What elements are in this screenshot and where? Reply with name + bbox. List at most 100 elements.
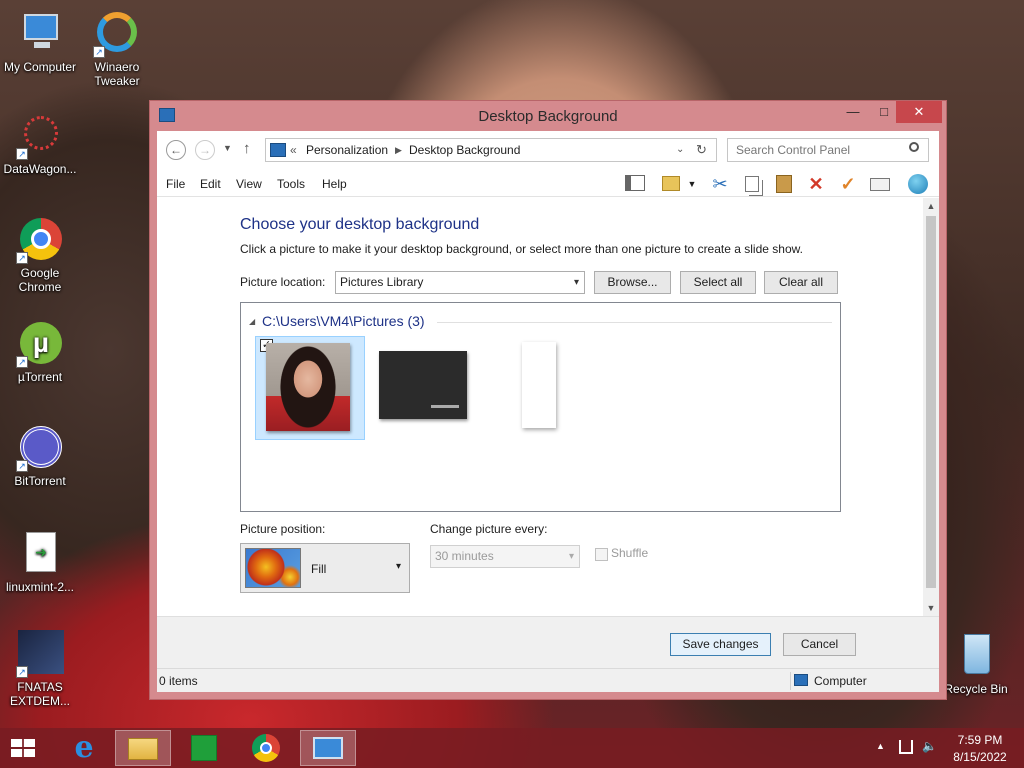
breadcrumb-desktop-background[interactable]: Desktop Background bbox=[409, 139, 520, 161]
window-title: Desktop Background bbox=[478, 108, 618, 125]
save-changes-button[interactable]: Save changes bbox=[670, 633, 771, 656]
desktop-icon-label: DataWagon... bbox=[3, 162, 77, 176]
refresh-icon[interactable]: ↻ bbox=[696, 139, 707, 161]
menu-edit[interactable]: Edit bbox=[200, 177, 221, 191]
desktop-icon-label: BitTorrent bbox=[14, 474, 66, 488]
game-icon: ↗ bbox=[16, 630, 64, 678]
forward-button[interactable]: → bbox=[195, 140, 215, 160]
dropdown-chevron-icon[interactable]: ▼ bbox=[685, 173, 699, 195]
checkmark-icon[interactable]: ✓ bbox=[836, 173, 860, 195]
address-bar[interactable]: « Personalization ▶ Desktop Background ⌄… bbox=[265, 138, 717, 162]
start-button[interactable] bbox=[8, 736, 38, 760]
cancel-button[interactable]: Cancel bbox=[783, 633, 856, 656]
chevron-down-icon: ▾ bbox=[573, 277, 579, 288]
menu-tools[interactable]: Tools bbox=[277, 177, 305, 191]
menu-file[interactable]: File bbox=[166, 177, 185, 191]
taskbar-store[interactable] bbox=[176, 730, 232, 766]
desktop-icon-label: Winaero Tweaker bbox=[94, 60, 140, 88]
desktop-icon-winaero-tweaker[interactable]: ↗ Winaero Tweaker bbox=[77, 10, 157, 88]
address-dropdown-icon[interactable]: ⌄ bbox=[676, 139, 684, 161]
chevron-down-icon: ▾ bbox=[568, 551, 574, 562]
control-panel-icon bbox=[270, 143, 286, 157]
desktop-icon-label: Recycle Bin bbox=[944, 682, 1008, 696]
scroll-up-icon[interactable]: ▲ bbox=[923, 201, 939, 211]
back-button[interactable]: ← bbox=[166, 140, 186, 160]
show-hidden-icons-icon[interactable]: ▲ bbox=[876, 741, 885, 751]
delete-icon[interactable]: ✕ bbox=[804, 173, 828, 195]
desktop-icon-linuxmint[interactable]: ➜ linuxmint-2... bbox=[0, 530, 80, 594]
window-client: ← → ▼ ↑ « Personalization ▶ Desktop Back… bbox=[157, 131, 939, 692]
paste-icon[interactable] bbox=[772, 173, 796, 195]
control-panel-icon bbox=[313, 737, 343, 759]
desktop-icon-my-computer[interactable]: My Computer bbox=[0, 10, 80, 74]
picture-thumbnail-3[interactable] bbox=[483, 336, 593, 440]
computer-icon bbox=[16, 10, 64, 58]
scroll-down-icon[interactable]: ▼ bbox=[923, 603, 939, 613]
picture-position-select[interactable]: Fill ▾ bbox=[240, 543, 410, 593]
change-picture-value: 30 minutes bbox=[435, 549, 494, 563]
file-icon: ➜ bbox=[16, 530, 64, 578]
folder-options-icon[interactable] bbox=[659, 173, 683, 195]
cut-icon[interactable]: ✂ bbox=[708, 173, 732, 195]
taskbar-control-panel[interactable] bbox=[300, 730, 356, 766]
network-icon[interactable] bbox=[899, 740, 913, 754]
taskbar-internet-explorer[interactable]: e bbox=[56, 730, 112, 766]
white-image bbox=[522, 342, 556, 428]
copy-icon[interactable] bbox=[740, 173, 764, 195]
search-input[interactable]: Search Control Panel bbox=[727, 138, 929, 162]
globe-icon[interactable] bbox=[906, 173, 930, 195]
shortcut-arrow-icon: ↗ bbox=[93, 46, 105, 58]
status-divider bbox=[790, 672, 791, 690]
shuffle-checkbox bbox=[595, 548, 608, 561]
vertical-scrollbar[interactable]: ▲ ▼ bbox=[923, 198, 939, 616]
layout-icon[interactable] bbox=[623, 173, 647, 195]
taskbar: e ▲ 🔈 7:59 PM 8/15/2022 bbox=[0, 728, 1024, 768]
recent-pages-chevron-icon[interactable]: ▼ bbox=[223, 143, 232, 153]
title-bar[interactable]: Desktop Background — □ ✕ bbox=[150, 101, 946, 131]
picture-location-select[interactable]: Pictures Library ▾ bbox=[335, 271, 585, 294]
maximize-button[interactable]: □ bbox=[869, 101, 899, 123]
picture-location-value: Pictures Library bbox=[340, 275, 424, 289]
properties-icon[interactable] bbox=[868, 173, 892, 195]
clock-date[interactable]: 8/15/2022 bbox=[950, 750, 1010, 764]
desktop-icon-google-chrome[interactable]: ↗ Google Chrome bbox=[0, 216, 80, 294]
menu-view[interactable]: View bbox=[236, 177, 262, 191]
browse-button[interactable]: Browse... bbox=[594, 271, 671, 294]
breadcrumb-personalization[interactable]: Personalization bbox=[306, 139, 388, 161]
desktop-icon-datawagon[interactable]: ↗ DataWagon... bbox=[0, 112, 80, 176]
windows-logo-icon bbox=[11, 739, 35, 757]
computer-icon bbox=[794, 674, 808, 686]
collapse-group-icon[interactable]: ◢ bbox=[249, 317, 255, 326]
minimize-button[interactable]: — bbox=[838, 101, 868, 123]
picture-gallery[interactable]: ◢ C:\Users\VM4\Pictures (3) ✓ bbox=[240, 302, 841, 512]
close-button[interactable]: ✕ bbox=[896, 101, 942, 123]
picture-thumbnail-1[interactable]: ✓ bbox=[255, 336, 365, 440]
desktop-icon-fnatas[interactable]: ↗ FNATAS EXTDEM... bbox=[0, 630, 80, 708]
shortcut-arrow-icon: ↗ bbox=[16, 460, 28, 472]
clock-time[interactable]: 7:59 PM bbox=[950, 733, 1010, 747]
scroll-thumb[interactable] bbox=[926, 216, 936, 588]
desktop-icon-utorrent[interactable]: µ ↗ µTorrent bbox=[0, 320, 80, 384]
store-icon bbox=[191, 735, 217, 761]
desktop-icon-label: linuxmint-2... bbox=[5, 580, 75, 594]
address-overflow[interactable]: « bbox=[290, 139, 297, 161]
taskbar-google-chrome[interactable] bbox=[238, 730, 294, 766]
clear-all-button[interactable]: Clear all bbox=[764, 271, 838, 294]
content-area: Choose your desktop background Click a p… bbox=[157, 198, 923, 616]
fill-preview-icon bbox=[245, 548, 301, 588]
desktop-icon-bittorrent[interactable]: ↗ BitTorrent bbox=[0, 424, 80, 488]
datawagon-icon: ↗ bbox=[16, 112, 64, 160]
picture-thumbnail-2[interactable] bbox=[369, 336, 479, 440]
desktop-icon-recycle-bin[interactable]: Recycle Bin bbox=[936, 632, 1016, 696]
chrome-icon bbox=[252, 734, 280, 762]
select-all-button[interactable]: Select all bbox=[680, 271, 756, 294]
volume-muted-icon[interactable]: 🔈 bbox=[922, 739, 937, 753]
menu-help[interactable]: Help bbox=[322, 177, 347, 191]
status-item-count: 0 items bbox=[159, 674, 198, 688]
taskbar-file-explorer[interactable] bbox=[115, 730, 171, 766]
bittorrent-icon: ↗ bbox=[16, 424, 64, 472]
group-header[interactable]: C:\Users\VM4\Pictures (3) bbox=[262, 313, 425, 329]
up-button[interactable]: ↑ bbox=[243, 140, 251, 157]
change-picture-select: 30 minutes ▾ bbox=[430, 545, 580, 568]
status-bar: 0 items Computer bbox=[157, 668, 939, 692]
